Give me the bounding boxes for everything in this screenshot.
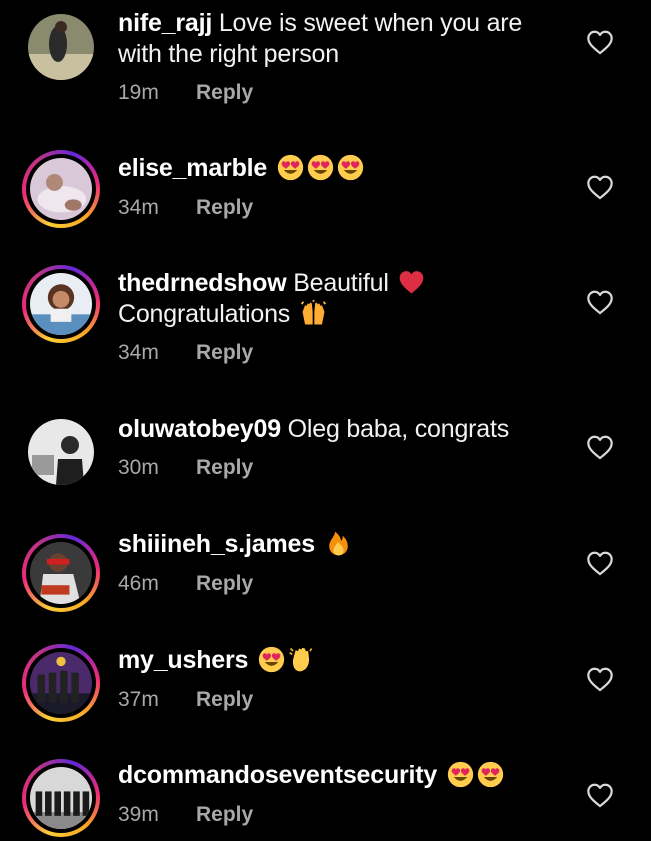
comment-meta: 46m Reply	[118, 572, 253, 596]
avatar-image	[30, 652, 92, 714]
comment-timestamp: 34m	[118, 341, 159, 364]
avatar-image	[30, 542, 92, 604]
comment-timestamp: 46m	[118, 572, 159, 595]
fire-emoji	[325, 530, 352, 557]
comment-body: Beautiful	[293, 269, 389, 297]
like-heart-icon[interactable]	[586, 174, 614, 200]
avatar[interactable]	[22, 8, 100, 86]
comment-text: thedrnedshow Beautiful Congratulations	[118, 268, 548, 330]
raised-hands-emoji	[300, 300, 327, 327]
comment-meta: 34m Reply	[118, 341, 253, 365]
comment-timestamp: 37m	[118, 688, 159, 711]
comment-text: dcommandoseventsecurity	[118, 760, 548, 791]
comment-meta: 30m Reply	[118, 456, 253, 480]
like-heart-icon[interactable]	[586, 550, 614, 576]
reply-button[interactable]: Reply	[196, 81, 253, 104]
comment-username[interactable]: dcommandoseventsecurity	[118, 761, 437, 789]
comment-timestamp: 34m	[118, 196, 159, 219]
like-heart-icon[interactable]	[586, 434, 614, 460]
reply-button[interactable]: Reply	[196, 341, 253, 364]
heart-eyes-emoji	[477, 761, 504, 788]
avatar-story-ring[interactable]	[22, 534, 100, 612]
comment-meta: 39m Reply	[118, 803, 253, 827]
comment-meta: 19m Reply	[118, 81, 253, 105]
heart-eyes-emoji	[447, 761, 474, 788]
like-heart-icon[interactable]	[586, 289, 614, 315]
comment-username[interactable]: oluwatobey09	[118, 415, 281, 443]
comment-meta: 37m Reply	[118, 688, 253, 712]
like-heart-icon[interactable]	[586, 29, 614, 55]
avatar-image	[30, 158, 92, 220]
comment-text: nife_rajj Love is sweet when you are wit…	[118, 8, 548, 70]
comment-timestamp: 30m	[118, 456, 159, 479]
comment-username[interactable]: my_ushers	[118, 646, 248, 674]
comment-timestamp: 39m	[118, 803, 159, 826]
avatar-story-ring[interactable]	[22, 265, 100, 343]
avatar-image	[30, 767, 92, 829]
comment-text: shiiineh_s.james	[118, 529, 548, 560]
clapping-hands-emoji	[288, 646, 315, 673]
heart-eyes-emoji	[337, 154, 364, 181]
comment-timestamp: 19m	[118, 81, 159, 104]
red-heart-emoji	[398, 269, 425, 296]
reply-button[interactable]: Reply	[196, 572, 253, 595]
avatar[interactable]	[22, 413, 100, 491]
avatar-image	[28, 419, 94, 485]
like-heart-icon[interactable]	[586, 666, 614, 692]
avatar-image	[28, 14, 94, 80]
comment-meta: 34m Reply	[118, 196, 253, 220]
comment-text: elise_marble	[118, 153, 548, 184]
reply-button[interactable]: Reply	[196, 196, 253, 219]
comment-body-line-2: Congratulations	[118, 300, 291, 328]
comment-text: my_ushers	[118, 645, 548, 676]
comment-username[interactable]: elise_marble	[118, 154, 267, 182]
reply-button[interactable]: Reply	[196, 803, 253, 826]
comment-body: Oleg baba, congrats	[287, 415, 510, 443]
avatar-story-ring[interactable]	[22, 150, 100, 228]
comment-username[interactable]: shiiineh_s.james	[118, 530, 315, 558]
reply-button[interactable]: Reply	[196, 456, 253, 479]
avatar-image	[30, 273, 92, 335]
comment-username[interactable]: thedrnedshow	[118, 269, 287, 297]
heart-eyes-emoji	[277, 154, 304, 181]
comment-text: oluwatobey09 Oleg baba, congrats	[118, 414, 548, 445]
avatar-story-ring[interactable]	[22, 759, 100, 837]
heart-eyes-emoji	[307, 154, 334, 181]
avatar-story-ring[interactable]	[22, 644, 100, 722]
comment-username[interactable]: nife_rajj	[118, 9, 212, 37]
reply-button[interactable]: Reply	[196, 688, 253, 711]
heart-eyes-emoji	[258, 646, 285, 673]
like-heart-icon[interactable]	[586, 782, 614, 808]
